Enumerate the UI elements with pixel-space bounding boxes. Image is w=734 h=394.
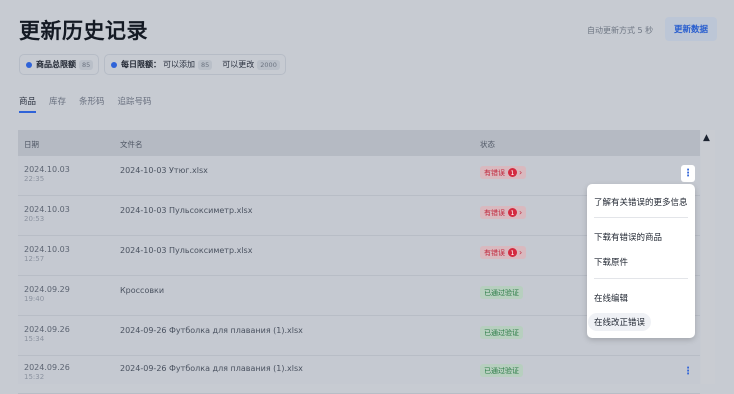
row-date: 2024.10.03 bbox=[24, 205, 70, 214]
tab-stock[interactable]: 库存 bbox=[49, 95, 66, 107]
page-title: 更新历史记录 bbox=[19, 19, 148, 43]
row-time: 15:32 bbox=[24, 373, 45, 381]
column-file: 文件名 bbox=[120, 140, 143, 149]
chevron-right-icon: › bbox=[519, 208, 523, 217]
more-menu-icon[interactable]: ⋮ bbox=[681, 363, 695, 380]
more-menu-icon[interactable]: ⋮ bbox=[681, 165, 695, 182]
row-filename: 2024-10-03 Пульсоксиметр.xlsx bbox=[120, 246, 253, 255]
tab-barcodes[interactable]: 条形码 bbox=[79, 95, 105, 107]
status-text: 有错误 bbox=[484, 208, 505, 217]
row-date: 2024.09.26 bbox=[24, 325, 70, 334]
status-badge[interactable]: 有错误 1 › bbox=[480, 206, 527, 219]
daily-edit-value: 2000 bbox=[257, 59, 280, 70]
row-date: 2024.09.26 bbox=[24, 363, 70, 372]
error-count-badge: 1 bbox=[508, 248, 517, 257]
row-filename: 2024-10-03 Утюг.xlsx bbox=[120, 166, 208, 175]
tab-tracking[interactable]: 追踪号码 bbox=[118, 95, 152, 107]
scrollbar[interactable] bbox=[701, 130, 715, 384]
row-filename: 2024-10-03 Пульсоксиметр.xlsx bbox=[120, 206, 253, 215]
menu-item-fix-errors-online[interactable]: 在线改正错误 bbox=[588, 313, 652, 331]
table-row[interactable]: 2024.09.26 15:32 2024-09-26 Футболка для… bbox=[18, 354, 700, 394]
tab-products[interactable]: 商品 bbox=[19, 95, 37, 113]
total-limit-value: 85 bbox=[79, 59, 94, 70]
daily-limit-chip: 每日限额： 可以添加 85 可以更改 2000 bbox=[104, 54, 286, 75]
status-badge: 已通过验证 bbox=[480, 286, 523, 299]
row-time: 20:53 bbox=[24, 215, 45, 223]
row-time: 15:34 bbox=[24, 335, 45, 343]
row-date: 2024.09.29 bbox=[24, 285, 70, 294]
menu-item-learn-errors[interactable]: 了解有关错误的更多信息 bbox=[594, 196, 688, 208]
refresh-data-button[interactable]: 更新数据 bbox=[665, 17, 717, 41]
row-time: 12:57 bbox=[24, 255, 45, 263]
chevron-right-icon: › bbox=[519, 248, 523, 257]
menu-divider bbox=[594, 278, 688, 279]
column-date: 日期 bbox=[24, 140, 39, 149]
daily-edit-text: 可以更改 bbox=[222, 60, 255, 69]
info-dot-icon bbox=[26, 61, 32, 68]
scroll-up-arrow-icon[interactable]: ▲ bbox=[703, 133, 710, 143]
status-badge: 已通过验证 bbox=[480, 326, 523, 339]
menu-item-edit-online[interactable]: 在线编辑 bbox=[594, 292, 628, 304]
chevron-right-icon: › bbox=[519, 168, 523, 177]
row-action-menu: 了解有关错误的更多信息 下载有错误的商品 下载原件 在线编辑 在线改正错误 bbox=[587, 184, 695, 338]
total-limit-chip: 商品总限额 85 bbox=[19, 54, 99, 75]
menu-item-download-error-products[interactable]: 下载有错误的商品 bbox=[594, 231, 662, 243]
row-date: 2024.10.03 bbox=[24, 165, 70, 174]
error-count-badge: 1 bbox=[508, 168, 517, 177]
table-header: 日期 文件名 状态 bbox=[18, 130, 700, 156]
error-count-badge: 1 bbox=[508, 208, 517, 217]
column-status: 状态 bbox=[480, 140, 495, 149]
status-text: 有错误 bbox=[484, 248, 505, 257]
row-filename: Кроссовки bbox=[120, 286, 165, 295]
status-badge: 已通过验证 bbox=[480, 364, 523, 377]
status-text: 有错误 bbox=[484, 168, 505, 177]
tab-bar: 商品 库存 条形码 追踪号码 bbox=[19, 95, 152, 113]
status-badge[interactable]: 有错误 1 › bbox=[480, 166, 527, 179]
total-limit-label: 商品总限额 bbox=[36, 60, 76, 69]
menu-divider bbox=[594, 217, 688, 218]
row-filename: 2024-09-26 Футболка для плавания (1).xls… bbox=[120, 364, 303, 373]
daily-add-text: 可以添加 bbox=[163, 60, 195, 69]
auto-refresh-label: 自动更新方式 5 秒 bbox=[587, 26, 654, 35]
row-date: 2024.10.03 bbox=[24, 245, 70, 254]
info-dot-icon bbox=[111, 61, 117, 68]
daily-add-value: 85 bbox=[198, 59, 213, 70]
row-filename: 2024-09-26 Футболка для плавания (1).xls… bbox=[120, 326, 303, 335]
row-time: 22:35 bbox=[24, 175, 45, 183]
menu-item-download-original[interactable]: 下载原件 bbox=[594, 256, 628, 268]
daily-limit-label: 每日限额： bbox=[121, 60, 161, 69]
status-badge[interactable]: 有错误 1 › bbox=[480, 246, 527, 259]
row-time: 19:40 bbox=[24, 295, 45, 303]
